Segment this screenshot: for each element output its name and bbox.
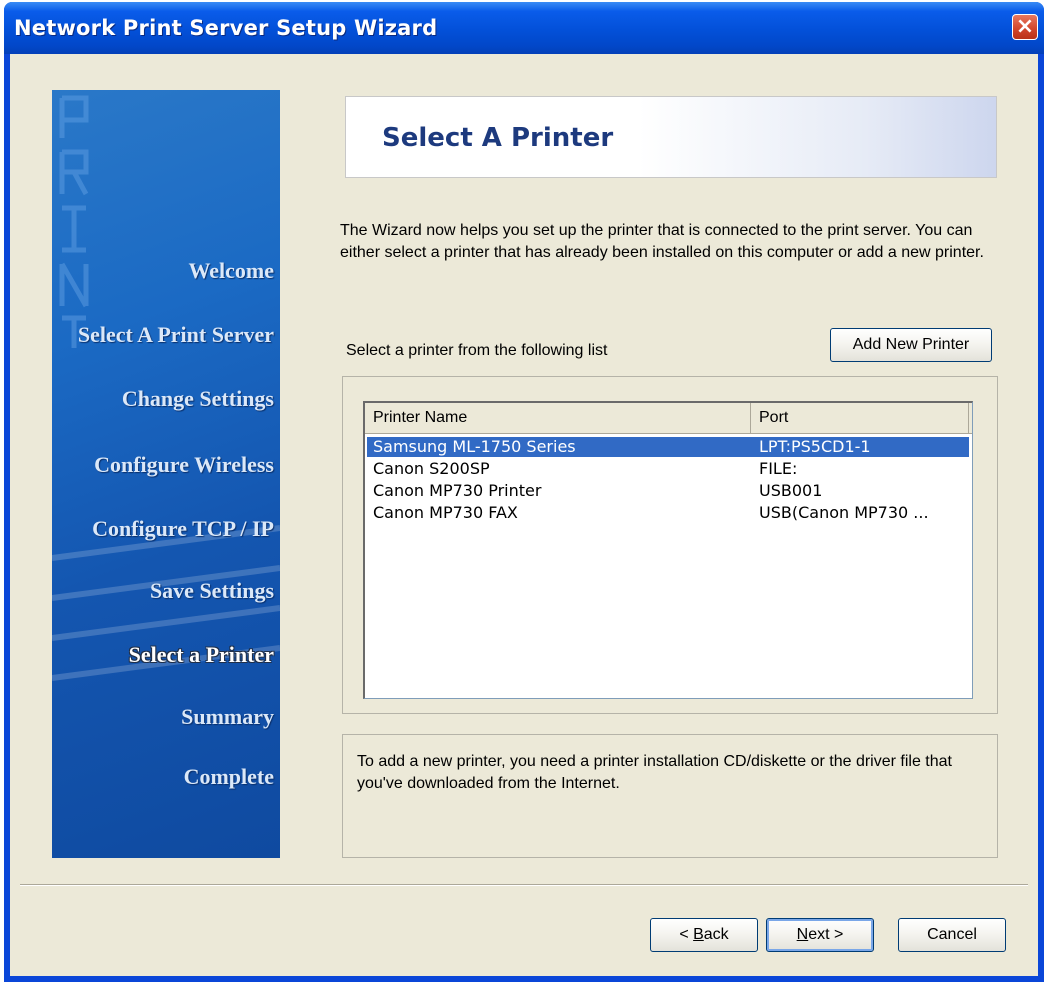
next-button-rest: ext > — [808, 926, 844, 943]
wizard-description: The Wizard now helps you set up the prin… — [340, 222, 984, 261]
info-note-group: To add a new printer, you need a printer… — [342, 734, 998, 858]
printer-name: Canon MP730 Printer — [373, 481, 542, 500]
close-icon: × — [1015, 14, 1035, 39]
printer-port: FILE: — [759, 459, 798, 478]
footer-divider — [20, 884, 1028, 886]
printer-row[interactable]: Canon MP730 Printer USB001 — [367, 481, 969, 501]
list-header: Printer Name Port — [365, 403, 972, 434]
title-bar[interactable]: Network Print Server Setup Wizard × — [4, 2, 1044, 54]
step-welcome: Welcome — [188, 258, 274, 283]
printer-list[interactable]: Printer Name Port Samsung ML-1750 Series… — [363, 401, 973, 699]
next-button[interactable]: Next > — [766, 918, 874, 952]
step-select-print-server: Select A Print Server — [77, 322, 274, 347]
printer-list-group: Printer Name Port Samsung ML-1750 Series… — [342, 376, 998, 714]
next-button-accel: N — [796, 926, 809, 943]
step-configure-tcpip: Configure TCP / IP — [92, 516, 274, 541]
back-button-prefix: < — [679, 926, 694, 943]
printer-list-label: Select a printer from the following list — [346, 342, 608, 359]
printer-name: Canon MP730 FAX — [373, 503, 518, 522]
page-header: Select A Printer — [345, 96, 997, 178]
install-note: To add a new printer, you need a printer… — [357, 753, 952, 792]
printer-row[interactable]: Samsung ML-1750 Series LPT:PS5CD1-1 — [367, 437, 969, 457]
step-change-settings: Change Settings — [121, 386, 274, 411]
window-title: Network Print Server Setup Wizard — [14, 16, 438, 40]
wizard-window: Network Print Server Setup Wizard × Welc… — [4, 2, 1044, 982]
back-button-accel: B — [693, 926, 704, 943]
step-select-a-printer: Select a Printer — [128, 642, 274, 667]
printer-row[interactable]: Canon MP730 FAX USB(Canon MP730 ... — [367, 503, 969, 523]
column-header-port[interactable]: Port — [751, 403, 969, 433]
step-summary: Summary — [181, 704, 274, 729]
close-button[interactable]: × — [1012, 14, 1038, 40]
printer-name: Canon S200SP — [373, 459, 490, 478]
step-complete: Complete — [183, 764, 274, 789]
add-new-printer-button[interactable]: Add New Printer — [830, 328, 992, 362]
printer-port: USB001 — [759, 481, 823, 500]
printer-port: LPT:PS5CD1-1 — [759, 437, 871, 456]
back-button-rest: ack — [703, 926, 729, 943]
back-button[interactable]: < Back — [650, 918, 758, 952]
step-save-settings: Save Settings — [149, 578, 274, 603]
printer-port: USB(Canon MP730 ... — [759, 503, 929, 522]
printer-row[interactable]: Canon S200SP FILE: — [367, 459, 969, 479]
dialog-body: Welcome Select A Print Server Change Set… — [10, 54, 1038, 976]
printer-name: Samsung ML-1750 Series — [373, 437, 576, 456]
print-watermark-graphic — [59, 95, 89, 348]
column-header-printer-name[interactable]: Printer Name — [365, 403, 751, 433]
page-title: Select A Printer — [382, 123, 614, 153]
step-configure-wireless: Configure Wireless — [94, 452, 274, 477]
decorative-stripes — [52, 525, 280, 681]
wizard-steps-sidebar: Welcome Select A Print Server Change Set… — [52, 90, 280, 858]
cancel-button[interactable]: Cancel — [898, 918, 1006, 952]
